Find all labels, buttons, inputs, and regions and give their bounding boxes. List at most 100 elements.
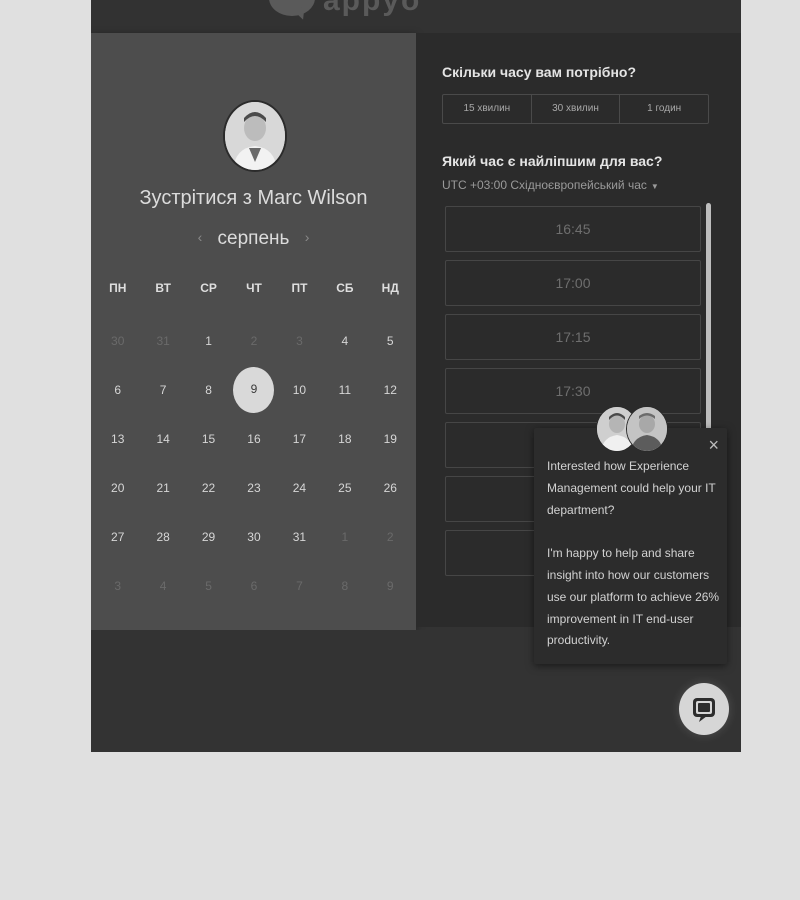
calendar-day-number: 7: [159, 383, 167, 397]
prev-month-icon[interactable]: ‹: [188, 229, 213, 245]
host-avatar: [223, 100, 287, 172]
calendar-day-number: 31: [156, 334, 170, 348]
calendar-day[interactable]: 30: [231, 516, 276, 565]
calendar-day-number: 9: [386, 579, 394, 593]
calendar-day[interactable]: 15: [186, 418, 231, 467]
chat-bubble-icon: [693, 698, 715, 722]
calendar-day[interactable]: 25: [322, 467, 367, 516]
calendar-day[interactable]: 10: [277, 369, 322, 418]
calendar-day-number: 13: [111, 432, 125, 446]
calendar-day-number: 15: [201, 432, 216, 446]
meeting-title: Зустрітися з Marc Wilson: [139, 187, 368, 209]
chat-message-spacer: [547, 521, 722, 543]
calendar-day-number: 11: [338, 383, 352, 397]
calendar-day-number: 8: [341, 579, 349, 593]
calendar-day: 5: [186, 565, 231, 614]
calendar-day: 8: [322, 565, 367, 614]
calendar-day: 7: [277, 565, 322, 614]
time-slot-button[interactable]: 16:45: [445, 206, 701, 252]
weekday-label: СР: [200, 281, 217, 295]
calendar-day-selected[interactable]: 9: [231, 367, 276, 418]
timezone-label: UTC +03:00 Східноєвропейський час: [442, 178, 647, 192]
weekday-label: ПТ: [291, 281, 308, 295]
weekday-label: ПН: [109, 281, 127, 295]
calendar-day[interactable]: 18: [322, 418, 367, 467]
calendar-day[interactable]: 5: [368, 320, 413, 369]
calendar-day-number: 1: [341, 530, 349, 544]
calendar-day[interactable]: 19: [368, 418, 413, 467]
chat-message-paragraph: Interested how Experience Management cou…: [547, 459, 716, 517]
agent-avatar: [626, 406, 668, 452]
calendar-day[interactable]: 23: [231, 467, 276, 516]
next-month-icon[interactable]: ›: [295, 229, 320, 245]
calendar-day[interactable]: 28: [140, 516, 185, 565]
calendar-day[interactable]: 7: [140, 369, 185, 418]
calendar-day[interactable]: 24: [277, 467, 322, 516]
calendar-day-number: 31: [292, 530, 307, 544]
duration-option-15[interactable]: 15 хвилин: [443, 95, 532, 123]
calendar-day-number: 6: [114, 383, 122, 397]
calendar-day-number: 23: [247, 481, 261, 495]
duration-question: Скільки часу вам потрібно?: [442, 64, 637, 80]
calendar-day-number: 7: [296, 579, 303, 593]
calendar-day: 3: [277, 320, 322, 369]
calendar-day[interactable]: 22: [186, 467, 231, 516]
weekday-label: НД: [381, 281, 399, 295]
slot-scrollbar[interactable]: [706, 203, 711, 433]
calendar-day[interactable]: 6: [95, 369, 140, 418]
month-navigator: ‹ серпень ›: [91, 228, 416, 250]
time-slot-button[interactable]: 17:15: [445, 314, 701, 360]
chevron-down-icon: ▼: [650, 182, 659, 191]
calendar-day-number: 17: [292, 432, 307, 446]
calendar-day-number: 12: [383, 383, 397, 397]
calendar-day-number: 24: [292, 481, 307, 495]
calendar-day[interactable]: 13: [95, 418, 140, 467]
calendar-day[interactable]: 26: [368, 467, 413, 516]
calendar-day-number: 21: [156, 481, 170, 495]
calendar-day-number: 22: [201, 481, 216, 495]
chat-launcher-button[interactable]: [679, 683, 729, 735]
calendar-day: 30: [95, 320, 140, 369]
calendar-day-number: 19: [383, 432, 397, 446]
calendar-day[interactable]: 12: [368, 369, 413, 418]
logo-icon: [269, 0, 315, 16]
calendar-day[interactable]: 16: [231, 418, 276, 467]
chat-message: Interested how Experience Management cou…: [547, 456, 722, 652]
calendar-day-number: 2: [250, 334, 258, 348]
calendar-day-number: 5: [386, 334, 394, 348]
calendar-day-number: 14: [156, 432, 170, 446]
calendar-day: 6: [231, 565, 276, 614]
calendar-day[interactable]: 1: [186, 320, 231, 369]
calendar-day-number: 2: [386, 530, 394, 544]
calendar-day[interactable]: 20: [95, 467, 140, 516]
calendar-day-number: 25: [338, 481, 352, 495]
weekday-label: ВТ: [155, 281, 171, 295]
duration-option-30[interactable]: 30 хвилин: [532, 95, 621, 123]
calendar-day[interactable]: 14: [140, 418, 185, 467]
timezone-selector[interactable]: UTC +03:00 Східноєвропейський час ▼: [442, 178, 659, 192]
calendar-day-number: 9: [233, 367, 275, 413]
calendar-day[interactable]: 27: [95, 516, 140, 565]
calendar-day-number: 3: [296, 334, 303, 348]
calendar-day: 1: [322, 516, 367, 565]
calendar-day-number: 29: [201, 530, 216, 544]
chat-popup: × Interested how Experience Management c…: [534, 428, 727, 664]
time-slot-button[interactable]: 17:00: [445, 260, 701, 306]
calendar-day[interactable]: 17: [277, 418, 322, 467]
calendar-day[interactable]: 29: [186, 516, 231, 565]
duration-option-60[interactable]: 1 годин: [620, 95, 708, 123]
calendar-day-number: 30: [247, 530, 261, 544]
calendar-day-number: 16: [247, 432, 261, 446]
close-icon[interactable]: ×: [708, 436, 719, 454]
chat-agent-avatars: [596, 406, 668, 452]
calendar-day[interactable]: 11: [322, 369, 367, 418]
calendar-day[interactable]: 4: [322, 320, 367, 369]
calendar-day[interactable]: 31: [277, 516, 322, 565]
header: appyo: [91, 0, 741, 34]
calendar-day[interactable]: 8: [186, 369, 231, 418]
month-label: серпень: [217, 228, 290, 249]
calendar-day-number: 30: [111, 334, 125, 348]
chat-message-paragraph: I'm happy to help and share insight into…: [547, 546, 720, 648]
calendar-day[interactable]: 21: [140, 467, 185, 516]
calendar-day-number: 6: [250, 579, 258, 593]
